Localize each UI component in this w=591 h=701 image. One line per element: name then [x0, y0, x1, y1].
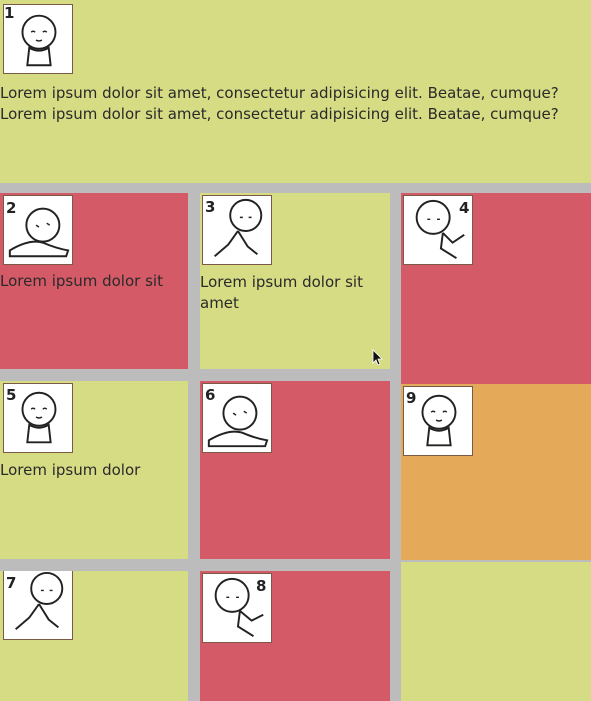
grid-item-3: 3 Lorem ipsum dolor sit amet [200, 193, 390, 369]
item-number: 6 [205, 386, 216, 404]
grid-item-9: 9 [401, 384, 591, 560]
grid-item-7: 7 [0, 571, 188, 701]
item-number: 2 [6, 199, 17, 217]
item-number: 5 [6, 386, 17, 404]
grid-item-2: 2 Lorem ipsum dolor sit [0, 193, 188, 369]
item-number: 3 [205, 198, 216, 216]
mouse-cursor-icon [372, 349, 383, 365]
item-text-line-2: Lorem ipsum dolor sit amet, consectetur … [0, 105, 559, 123]
grid-item-empty [401, 562, 591, 701]
item-number: 7 [6, 574, 17, 592]
grid-item-8: 8 [200, 571, 390, 701]
grid-item-1: 1 Lorem ipsum dolor sit amet, consectetu… [0, 0, 591, 183]
item-text-line-1: Lorem ipsum dolor sit amet, consectetur … [0, 84, 559, 102]
item-number: 4 [459, 199, 470, 217]
item-number: 9 [406, 389, 417, 407]
grid-item-4: 4 [401, 193, 591, 384]
grid-item-6: 6 [200, 381, 390, 559]
item-number: 8 [256, 577, 267, 595]
item-number: 1 [4, 4, 15, 22]
item-text-line-2: amet [200, 294, 239, 312]
item-text-line-1: Lorem ipsum dolor sit [200, 273, 363, 291]
item-text-line-1: Lorem ipsum dolor sit [0, 272, 163, 290]
item-text-line-1: Lorem ipsum dolor [0, 461, 141, 479]
grid-item-5: 5 Lorem ipsum dolor [0, 381, 188, 559]
